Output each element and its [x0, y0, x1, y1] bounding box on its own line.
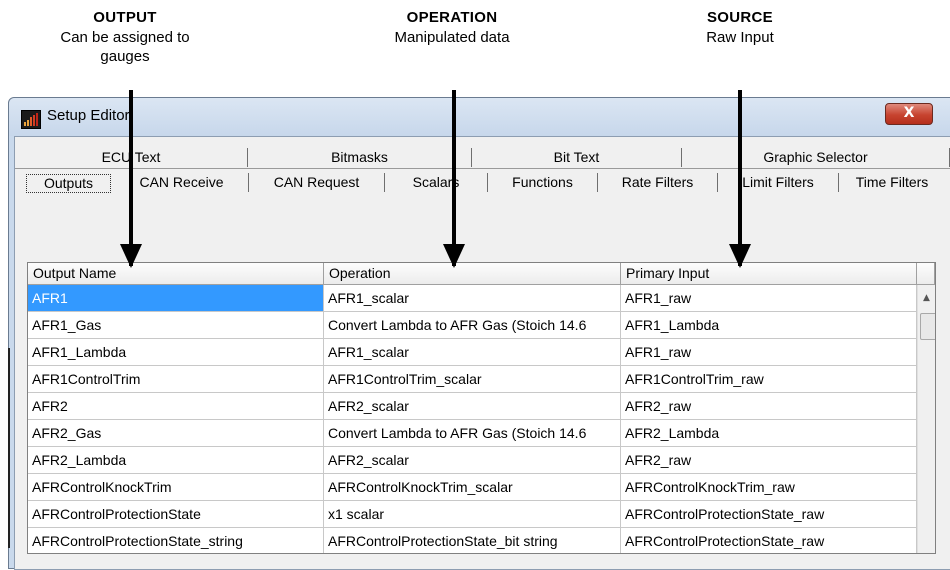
cell-primary-input[interactable]: AFR1_Lambda: [621, 312, 917, 339]
annotation-operation-title: OPERATION: [406, 9, 498, 26]
outputs-grid[interactable]: Output Name Operation Primary Input AFR1…: [27, 262, 936, 554]
table-row[interactable]: AFR1_Gas Convert Lambda to AFR Gas (Stoic…: [28, 312, 917, 339]
close-button[interactable]: X: [885, 103, 933, 125]
tab-scalars[interactable]: Scalars: [385, 173, 488, 192]
cell-operation[interactable]: AFR1_scalar: [324, 285, 621, 312]
cell-operation[interactable]: x1 scalar: [324, 501, 621, 528]
annotation-operation-line1: Manipulated data: [394, 29, 510, 46]
column-header-output-name[interactable]: Output Name: [28, 263, 324, 285]
scrollbar-thumb[interactable]: [920, 313, 935, 340]
cell-primary-input[interactable]: AFR1ControlTrim_raw: [621, 366, 917, 393]
cell-operation[interactable]: AFR1_scalar: [324, 339, 621, 366]
table-row[interactable]: AFR1_Lambda AFR1_scalar AFR1_raw: [28, 339, 917, 366]
source-arrow: [729, 90, 751, 268]
cell-operation[interactable]: Convert Lambda to AFR Gas (Stoich 14.6: [324, 312, 621, 339]
cell-output-name[interactable]: AFR2_Lambda: [28, 447, 324, 474]
annotation-source-line1: Raw Input: [706, 29, 774, 46]
cell-operation[interactable]: Convert Lambda to AFR Gas (Stoich 14.6: [324, 420, 621, 447]
window-title: Setup Editor: [47, 107, 130, 124]
table-row[interactable]: AFR2_Gas Convert Lambda to AFR Gas (Stoic…: [28, 420, 917, 447]
tab-can-request[interactable]: CAN Request: [249, 173, 385, 192]
table-row[interactable]: AFR1 AFR1_scalar AFR1_raw: [28, 285, 917, 312]
cell-operation[interactable]: AFR2_scalar: [324, 393, 621, 420]
tab-graphic-selector[interactable]: Graphic Selector: [682, 148, 950, 167]
table-row[interactable]: AFRControlProtectionState x1 scalar AFRCon…: [28, 501, 917, 528]
cell-output-name[interactable]: AFR1_Lambda: [28, 339, 324, 366]
cell-output-name[interactable]: AFRControlKnockTrim: [28, 474, 324, 501]
table-row[interactable]: AFRControlKnockTrim AFRControlKnockTrim_s…: [28, 474, 917, 501]
tab-functions[interactable]: Functions: [488, 173, 598, 192]
cell-operation[interactable]: AFRControlProtectionState_bit string: [324, 528, 621, 553]
annotation-output-line1: Can be assigned to: [60, 29, 190, 46]
cell-primary-input[interactable]: AFRControlProtectionState_raw: [621, 528, 917, 553]
table-row[interactable]: AFR2_Lambda AFR2_scalar AFR2_raw: [28, 447, 917, 474]
annotation-output: OUTPUT Can be assigned to gauges: [20, 8, 230, 66]
cell-output-name[interactable]: AFRControlProtectionState_string: [28, 528, 324, 553]
bar-chart-app-icon: [21, 110, 41, 129]
output-arrow: [120, 90, 142, 268]
cell-operation[interactable]: AFR2_scalar: [324, 447, 621, 474]
cell-operation[interactable]: AFR1ControlTrim_scalar: [324, 366, 621, 393]
column-header-primary-input[interactable]: Primary Input: [621, 263, 917, 285]
tab-bit-text[interactable]: Bit Text: [472, 148, 682, 167]
annotation-operation: OPERATION Manipulated data: [342, 8, 562, 47]
window-left-edge: [8, 348, 10, 548]
cell-primary-input[interactable]: AFR2_Lambda: [621, 420, 917, 447]
cell-primary-input[interactable]: AFR1_raw: [621, 339, 917, 366]
cell-primary-input[interactable]: AFR2_raw: [621, 447, 917, 474]
tab-rate-filters[interactable]: Rate Filters: [598, 173, 718, 192]
cell-primary-input[interactable]: AFRControlKnockTrim_raw: [621, 474, 917, 501]
cell-output-name[interactable]: AFR2: [28, 393, 324, 420]
tab-limit-filters[interactable]: Limit Filters: [718, 173, 839, 192]
tab-can-receive[interactable]: CAN Receive: [115, 173, 249, 192]
cell-output-name[interactable]: AFR1_Gas: [28, 312, 324, 339]
cell-primary-input[interactable]: AFR1_raw: [621, 285, 917, 312]
annotation-source: SOURCE Raw Input: [640, 8, 840, 47]
tab-time-filters[interactable]: Time Filters: [839, 173, 945, 192]
tab-outputs[interactable]: Outputs: [26, 174, 111, 193]
table-row[interactable]: AFR1ControlTrim AFR1ControlTrim_scalar AFR…: [28, 366, 917, 393]
scroll-up-arrow-icon[interactable]: ▲: [923, 293, 930, 303]
vertical-scrollbar[interactable]: ▲: [917, 285, 935, 553]
cell-output-name[interactable]: AFR1ControlTrim: [28, 366, 324, 393]
operation-arrow: [443, 90, 465, 268]
annotation-source-title: SOURCE: [707, 9, 773, 26]
cell-primary-input[interactable]: AFRControlProtectionState_raw: [621, 501, 917, 528]
cell-primary-input[interactable]: AFR2_raw: [621, 393, 917, 420]
cell-operation[interactable]: AFRControlKnockTrim_scalar: [324, 474, 621, 501]
annotation-output-title: OUTPUT: [93, 9, 157, 26]
annotation-output-line2: gauges: [100, 48, 150, 65]
cell-output-name[interactable]: AFRControlProtectionState: [28, 501, 324, 528]
table-row[interactable]: AFRControlProtectionState_string AFRContr…: [28, 528, 917, 553]
title-bar[interactable]: Setup Editor X: [9, 98, 950, 136]
column-header-operation[interactable]: Operation: [324, 263, 621, 285]
tab-bitmasks[interactable]: Bitmasks: [248, 148, 472, 167]
tab-row-divider: [15, 168, 950, 169]
table-row[interactable]: AFR2 AFR2_scalar AFR2_raw: [28, 393, 917, 420]
cell-output-name[interactable]: AFR2_Gas: [28, 420, 324, 447]
column-header-filler: [917, 263, 935, 285]
cell-output-name[interactable]: AFR1: [28, 285, 324, 312]
